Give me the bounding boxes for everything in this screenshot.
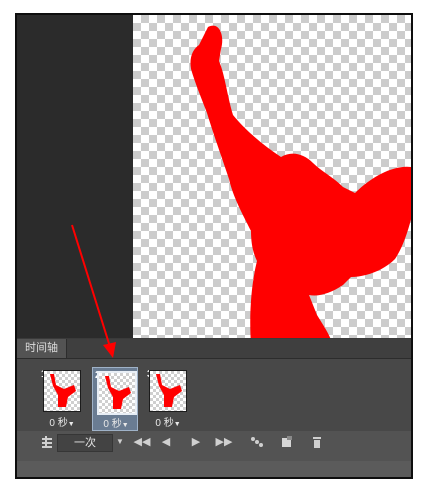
- photoshop-window: 时间轴 1 0 秒▼ 2 0 秒▼ 3: [15, 13, 413, 479]
- timeline-panel-header: 时间轴: [17, 339, 411, 359]
- previous-frame-icon[interactable]: ◀: [159, 434, 173, 450]
- duplicate-frame-icon[interactable]: [279, 434, 295, 450]
- frame-strip: 1 0 秒▼ 2 0 秒▼ 3 0 秒▼: [17, 359, 411, 431]
- frame-delay[interactable]: 0 秒▼: [145, 414, 191, 429]
- loop-options-select[interactable]: 一次: [57, 434, 113, 452]
- frame-3[interactable]: 3 0 秒▼: [145, 367, 191, 431]
- timeline-panel: 时间轴 1 0 秒▼ 2 0 秒▼ 3: [17, 338, 411, 462]
- frame-1[interactable]: 1 0 秒▼: [39, 367, 85, 431]
- frame-delay[interactable]: 0 秒▼: [93, 415, 139, 430]
- timeline-toolbar: 一次 ▼ ◀◀ ◀ ▶ ▶▶: [17, 432, 411, 452]
- frame-delay[interactable]: 0 秒▼: [39, 414, 85, 429]
- next-frame-icon[interactable]: ▶▶: [215, 434, 233, 450]
- tab-timeline[interactable]: 时间轴: [17, 339, 67, 358]
- frame-thumbnail: [97, 371, 137, 415]
- frame-2[interactable]: 2 0 秒▼: [92, 367, 138, 431]
- first-frame-icon[interactable]: ◀◀: [133, 434, 151, 450]
- loop-dropdown-icon[interactable]: ▼: [114, 434, 126, 450]
- frame-thumbnail: [149, 370, 187, 412]
- convert-timeline-icon[interactable]: [39, 434, 55, 450]
- frame-thumbnail: [43, 370, 81, 412]
- play-icon[interactable]: ▶: [189, 434, 203, 450]
- tween-icon[interactable]: [249, 434, 265, 450]
- bottom-strip: [17, 461, 411, 477]
- delete-frame-icon[interactable]: [309, 434, 325, 450]
